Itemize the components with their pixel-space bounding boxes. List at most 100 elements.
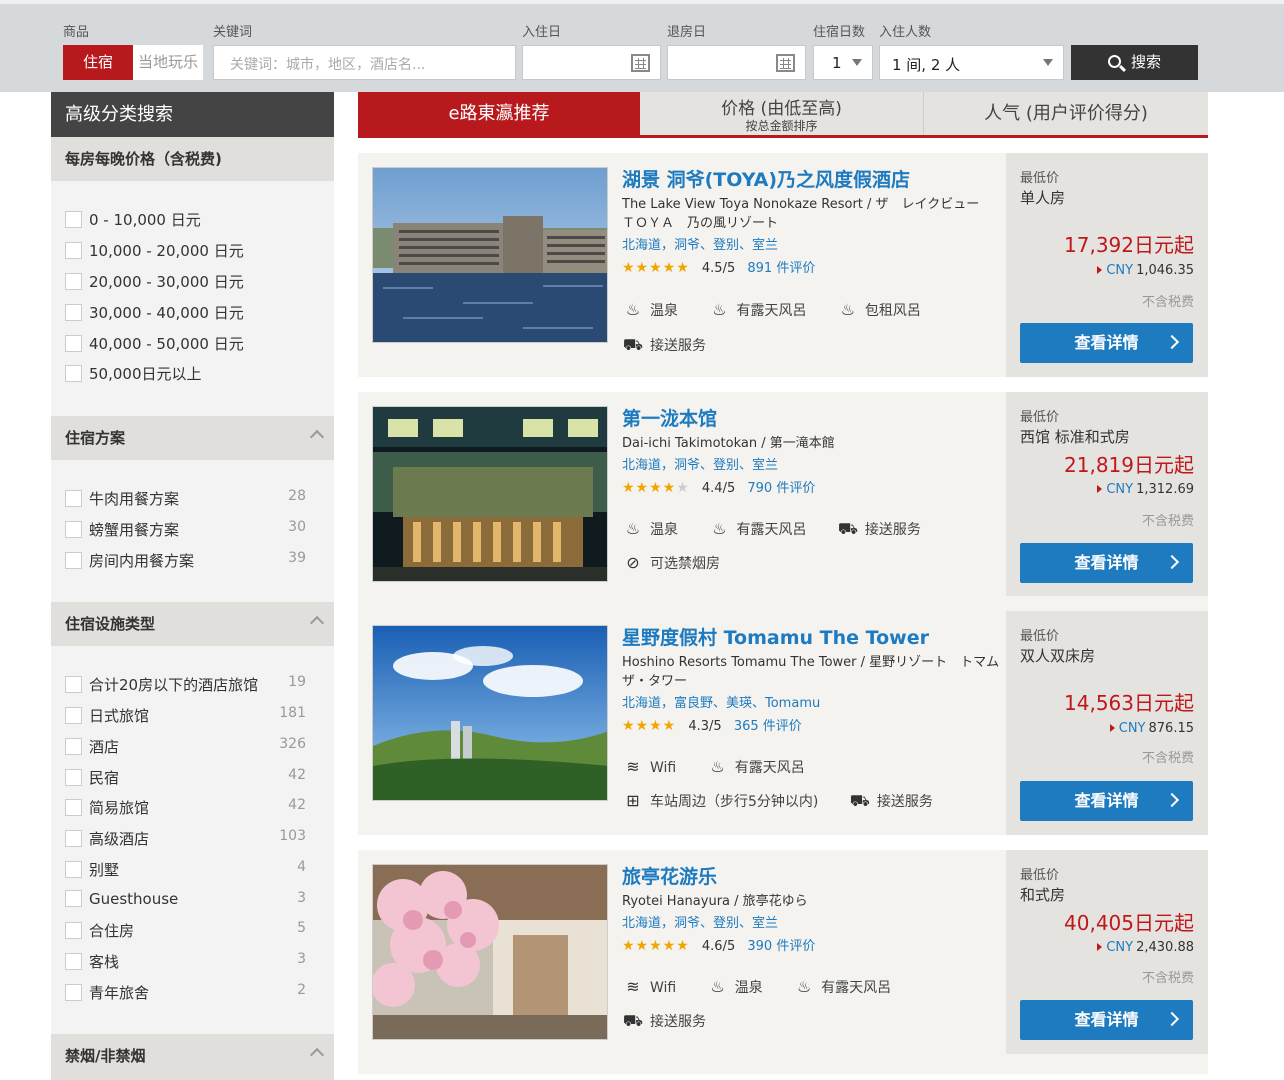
checkbox[interactable] [65,335,82,352]
smoking-filter-header[interactable]: 禁烟/非禁烟 [51,1034,334,1080]
checkbox[interactable] [65,738,82,755]
hotel-name-link[interactable]: 星野度假村 Tomamu The Tower [622,625,1002,651]
tab-price-low-high[interactable]: 价格 (由低至高) 按总金额排序 [640,92,924,135]
plan-filter-header[interactable]: 住宿方案 [51,416,334,460]
chevron-up-icon[interactable] [309,615,325,631]
hotel-location-link[interactable]: 北海道，洞爷、登别、室兰 [622,457,1002,475]
reviews-link[interactable]: 891 件评价 [747,261,815,276]
checkbox[interactable] [65,769,82,786]
hot-spring-icon: ♨ [625,519,641,538]
chevron-up-icon[interactable] [309,1047,325,1063]
view-details-button[interactable]: 查看详情 [1020,323,1193,363]
type-option[interactable]: 客栈 3 [65,951,320,971]
hotel-location-link[interactable]: 北海道，富良野、美瑛、Tomamu [622,695,1002,713]
checkbox[interactable] [65,890,82,907]
checkbox[interactable] [65,861,82,878]
type-option[interactable]: Guesthouse 3 [65,890,320,910]
checkbox[interactable] [65,922,82,939]
amenity-private-bath: ♨ 包租风呂 [837,300,921,320]
chevron-right-icon [1164,1011,1180,1027]
checkbox[interactable] [65,552,82,569]
checkout-date-input[interactable] [667,45,806,80]
checkbox[interactable] [65,799,82,816]
price-option[interactable]: 10,000 - 20,000 日元 [65,240,244,260]
type-option[interactable]: 简易旅馆 42 [65,797,320,817]
checkbox[interactable] [65,304,82,321]
type-option[interactable]: 日式旅馆 181 [65,705,320,725]
view-details-button[interactable]: 查看详情 [1020,781,1193,821]
type-option[interactable]: 合计20房以下的酒店旅馆 19 [65,674,320,694]
price-cny: CNY 2,430.88 [1097,940,1194,955]
tab-recommended[interactable]: e路東瀛推荐 [358,92,640,135]
view-details-button[interactable]: 查看详情 [1020,543,1193,583]
price-option[interactable]: 30,000 - 40,000 日元 [65,302,244,322]
amenities-row: ♨ 温泉 ♨ 有露天风呂 ♨ 包租风呂 [622,300,947,324]
type-option[interactable]: 合住房 5 [65,920,320,940]
calendar-icon[interactable] [631,54,650,72]
checkbox[interactable] [65,953,82,970]
price-jpy: 21,819日元起 [1064,453,1194,477]
nights-select[interactable]: 1 [813,45,873,80]
plan-option[interactable]: 螃蟹用餐方案 30 [65,519,320,539]
hotel-name-link[interactable]: 第一泷本馆 [622,406,1002,432]
reviews-link[interactable]: 390 件评价 [747,939,815,954]
price-option[interactable]: 20,000 - 30,000 日元 [65,271,244,291]
checkbox[interactable] [65,830,82,847]
reviews-link[interactable]: 365 件评价 [734,719,802,734]
keyword-input[interactable]: 关键词：城市，地区，酒店名... [213,45,516,80]
checkbox[interactable] [65,365,82,382]
price-box: 最低价 和式房 40,405日元起 CNY 2,430.88 不含税费 查看详情 [1006,850,1208,1054]
type-option[interactable]: 别墅 4 [65,859,320,879]
reviews-link[interactable]: 790 件评价 [747,481,815,496]
type-filter-header[interactable]: 住宿设施类型 [51,602,334,646]
hotel-name-link[interactable]: 旅亭花游乐 [622,864,1002,890]
hotel-subname: Hoshino Resorts Tomamu The Tower / 星野リゾー… [622,655,1012,689]
checkbox[interactable] [65,676,82,693]
shuttle-icon: ⛟ [622,1011,644,1030]
checkbox[interactable] [65,211,82,228]
checkbox[interactable] [65,242,82,259]
plan-option[interactable]: 牛肉用餐方案 28 [65,488,320,508]
type-option[interactable]: 青年旅舍 2 [65,982,320,1002]
price-cny: CNY 876.15 [1109,721,1194,736]
view-details-button[interactable]: 查看详情 [1020,1000,1193,1040]
open-air-bath-icon: ♨ [710,757,725,776]
checkbox[interactable] [65,984,82,1001]
search-button[interactable]: 搜索 [1071,45,1198,80]
type-option[interactable]: 酒店 326 [65,736,320,756]
hotel-name-link[interactable]: 湖景 洞爷(TOYA)乃之风度假酒店 [622,167,1002,193]
checkbox[interactable] [65,521,82,538]
hotel-photo[interactable] [372,864,608,1040]
tab-popularity[interactable]: 人气 (用户评价得分) [924,92,1208,135]
hotel-location-link[interactable]: 北海道，洞爷、登别、室兰 [622,237,1002,255]
rating-score: 4.3/5 [688,719,722,734]
checkbox[interactable] [65,490,82,507]
checkin-date-input[interactable] [522,45,661,80]
chevron-up-icon[interactable] [309,429,325,445]
tab-stay[interactable]: 住宿 [63,45,133,80]
type-option[interactable]: 高级酒店 103 [65,828,320,848]
plan-option[interactable]: 房间内用餐方案 39 [65,550,320,570]
price-option[interactable]: 0 - 10,000 日元 [65,209,201,229]
amenity-open-air-bath: ♨ 有露天风呂 [708,519,806,539]
checkout-label: 退房日 [667,25,707,40]
lowest-price-label: 最低价 [1020,629,1060,644]
hotel-photo[interactable] [372,625,608,801]
amenity-hot-spring: ♨ 温泉 [622,519,678,539]
checkbox[interactable] [65,707,82,724]
price-option[interactable]: 50,000日元以上 [65,363,202,383]
hotel-location-link[interactable]: 北海道，洞爷、登别、室兰 [622,915,1002,933]
tab-local-activities[interactable]: 当地玩乐 [133,45,203,80]
hotel-photo[interactable] [372,167,608,343]
nights-value: 1 [832,54,842,72]
checkbox[interactable] [65,273,82,290]
amenity-wifi: ≋ Wifi [622,977,676,996]
wifi-icon: ≋ [626,757,640,776]
hotel-photo[interactable] [372,406,608,582]
amenity-non-smoking: ⊘ 可选禁烟房 [622,553,720,573]
price-option[interactable]: 40,000 - 50,000 日元 [65,333,244,353]
guests-select[interactable]: 1 间, 2 人 [879,45,1064,80]
chevron-right-icon [1164,554,1180,570]
type-option[interactable]: 民宿 42 [65,767,320,787]
calendar-icon[interactable] [776,54,795,72]
